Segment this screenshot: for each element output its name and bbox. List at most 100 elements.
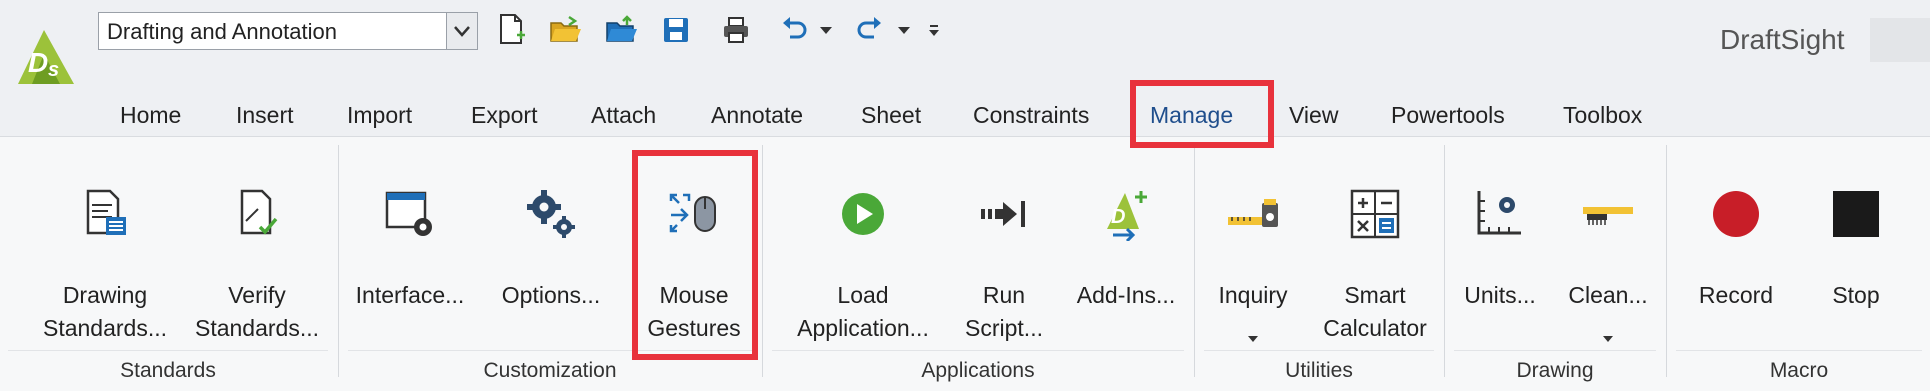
window-controls-placeholder (1870, 18, 1930, 62)
svg-text:D: D (1111, 206, 1125, 228)
tab-import[interactable]: Import (347, 95, 412, 135)
options-gears-icon (527, 190, 575, 238)
add-ins-label: Add-Ins... (1064, 279, 1188, 312)
undo-button[interactable] (776, 12, 812, 48)
label-line1: Options... (501, 282, 601, 308)
tab-attach[interactable]: Attach (591, 95, 656, 135)
verify-standards-icon (240, 189, 278, 235)
group-label-macro: Macro (1769, 359, 1829, 382)
group-divider (1454, 350, 1656, 351)
run-script-label: Run Script... (944, 279, 1064, 345)
print-button[interactable] (718, 12, 754, 48)
stop-icon (1833, 191, 1879, 237)
label-line2: Application... (797, 315, 929, 341)
svg-text:s: s (48, 59, 59, 81)
units-icon (1477, 191, 1521, 235)
inquiry-dropdown-caret[interactable] (1247, 332, 1259, 346)
group-separator (338, 145, 339, 377)
manage-tab-highlight (1130, 80, 1274, 148)
clean-button[interactable]: Clean... (1556, 149, 1660, 342)
tab-export[interactable]: Export (471, 95, 537, 135)
group-drawing: Units... Clean... Drawing (1446, 137, 1664, 391)
group-standards: Drawing Standards... Verify Standards...… (0, 137, 336, 391)
new-document-icon (500, 14, 525, 44)
caret-down-icon (820, 27, 832, 34)
smart-calculator-icon (1350, 189, 1400, 239)
redo-button[interactable] (852, 12, 888, 48)
label-line1: Stop (1832, 282, 1880, 308)
verify-standards-button[interactable]: Verify Standards... (182, 149, 332, 341)
label-line1: Load (837, 282, 889, 308)
inquiry-icon (1228, 199, 1278, 227)
workspace-dropdown[interactable]: Drafting and Annotation (98, 12, 478, 50)
print-icon (724, 17, 748, 43)
record-label: Record (1676, 279, 1796, 312)
label-line2: Standards... (42, 315, 168, 341)
load-application-icon (842, 193, 884, 235)
group-separator (762, 145, 763, 377)
undo-dropdown[interactable] (816, 12, 836, 48)
group-divider (8, 350, 328, 351)
run-script-icon (981, 201, 1025, 227)
undo-icon (783, 17, 807, 39)
open-recent-icon (606, 15, 637, 42)
group-label-customization: Customization (483, 359, 617, 382)
open-folder-icon (550, 15, 581, 42)
units-label: Units... (1448, 279, 1552, 312)
group-divider (1676, 350, 1922, 351)
interface-icon (385, 191, 432, 236)
label-line2: Calculator (1323, 315, 1427, 341)
group-label-drawing: Drawing (1516, 359, 1594, 382)
smart-calculator-label: Smart Calculator (1312, 279, 1438, 345)
workspace-dropdown-button[interactable] (446, 13, 477, 49)
tab-home[interactable]: Home (120, 95, 181, 135)
drawing-standards-button[interactable]: Drawing Standards... (30, 149, 180, 341)
title-bar: D s Drafting and Annotation DraftSight H… (0, 0, 1930, 135)
draftsight-logo[interactable]: D s (14, 26, 78, 88)
run-script-button[interactable]: Run Script... (944, 149, 1064, 341)
caret-down-icon (1248, 336, 1258, 342)
clean-icon (1583, 207, 1633, 225)
inquiry-button[interactable]: Inquiry (1198, 149, 1308, 342)
tab-constraints[interactable]: Constraints (973, 95, 1089, 135)
open-recent-button[interactable] (604, 12, 640, 48)
label-line1: Inquiry (1218, 282, 1288, 308)
record-button[interactable]: Record (1676, 149, 1796, 334)
stop-button[interactable]: Stop (1796, 149, 1916, 334)
options-button[interactable]: Options... (488, 149, 614, 334)
stop-label: Stop (1796, 279, 1916, 312)
tab-powertools[interactable]: Powertools (1391, 95, 1505, 135)
drawing-standards-label: Drawing Standards... (30, 279, 180, 345)
interface-button[interactable]: Interface... (348, 149, 472, 334)
group-separator (1444, 145, 1445, 377)
mouse-gestures-highlight (632, 150, 758, 360)
open-button[interactable] (548, 12, 584, 48)
tab-toolbox[interactable]: Toolbox (1563, 95, 1642, 135)
workspace-value: Drafting and Annotation (107, 19, 337, 44)
units-button[interactable]: Units... (1448, 149, 1552, 334)
group-divider (1204, 350, 1434, 351)
new-document-button[interactable] (494, 12, 530, 48)
tab-sheet[interactable]: Sheet (861, 95, 921, 135)
label-line1: Verify (228, 282, 286, 308)
record-icon (1713, 191, 1759, 237)
label-line2: Standards... (194, 315, 320, 341)
redo-dropdown[interactable] (894, 12, 914, 48)
label-line1: Units... (1464, 282, 1536, 308)
customize-quick-access-button[interactable] (924, 12, 944, 48)
ribbon-tabs: Home Insert Import Export Attach Annotat… (0, 95, 1930, 135)
save-button[interactable] (658, 12, 694, 48)
tab-annotate[interactable]: Annotate (711, 95, 803, 135)
tab-view[interactable]: View (1289, 95, 1338, 135)
inquiry-label: Inquiry (1198, 279, 1308, 312)
group-separator (1194, 145, 1195, 377)
tab-insert[interactable]: Insert (236, 95, 294, 135)
clean-dropdown-caret[interactable] (1602, 332, 1614, 346)
smart-calculator-button[interactable]: Smart Calculator (1312, 149, 1438, 341)
chevron-down-icon (454, 26, 470, 37)
load-application-button[interactable]: Load Application... (778, 149, 948, 341)
interface-label: Interface... (348, 279, 472, 312)
group-label-standards: Standards (120, 359, 216, 382)
svg-text:D: D (28, 47, 48, 78)
add-ins-button[interactable]: D Add-Ins... (1064, 149, 1188, 334)
